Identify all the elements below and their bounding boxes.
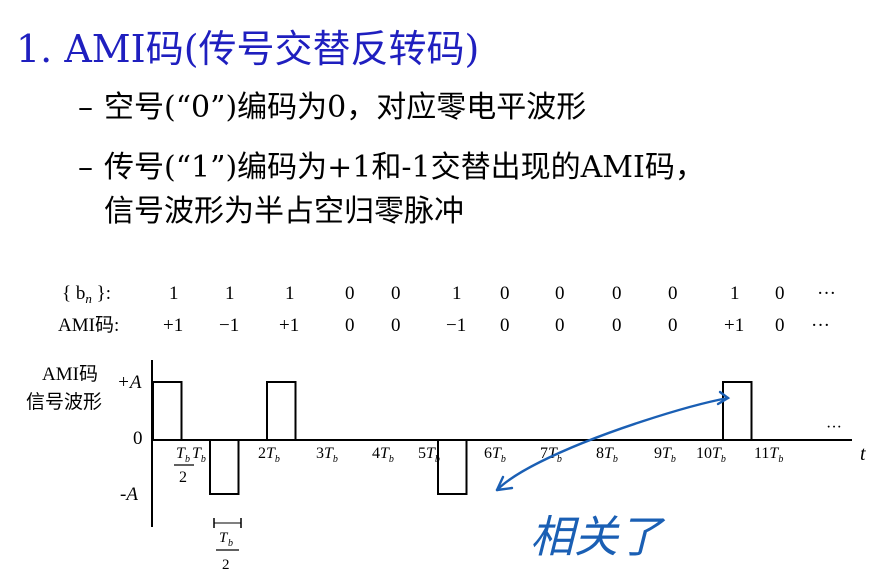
pulse-negative	[209, 440, 240, 495]
half-width-marker: T b 2	[213, 518, 242, 573]
bn-label: { bn }:	[62, 283, 111, 306]
svg-text:3Tb: 3Tb	[316, 445, 338, 465]
x-tick-label: 4Tb	[372, 445, 394, 465]
ami-value: 0	[500, 315, 510, 336]
svg-text:10Tb: 10Tb	[696, 445, 726, 465]
ami-waveform-diagram: { bn }: AMI码: 1 1 1 0 0 1 0 0 0 0 1 0 ··· +1 −1 +1 0 0 −1…	[26, 283, 866, 573]
bit-value: 1	[169, 283, 179, 304]
ami-value: +1	[724, 315, 744, 336]
ami-value: 0	[612, 315, 622, 336]
bit-value: 0	[668, 283, 678, 304]
svg-text:6Tb: 6Tb	[484, 445, 506, 465]
bit-value: 0	[345, 283, 355, 304]
tick-plus-a: +A	[117, 372, 142, 393]
svg-text:5Tb: 5Tb	[418, 445, 440, 465]
tick-zero: 0	[133, 428, 143, 449]
svg-text:11Tb: 11Tb	[754, 445, 783, 465]
x-tick-label: 9Tb	[654, 445, 676, 465]
svg-text:Tb: Tb	[192, 445, 206, 465]
svg-text:8Tb: 8Tb	[596, 445, 618, 465]
axis-t-label: t	[860, 443, 866, 465]
bit-value: ···	[817, 283, 836, 304]
ami-label: AMI码:	[58, 315, 119, 336]
ami-value: 0	[555, 315, 565, 336]
bit-sequence-row: 1 1 1 0 0 1 0 0 0 0 1 0 ···	[169, 283, 836, 304]
bit-value: 1	[225, 283, 235, 304]
x-tick-label: T b 2	[174, 445, 194, 486]
bit-value: 0	[555, 283, 565, 304]
pulse-positive	[152, 381, 183, 440]
svg-text:2Tb: 2Tb	[258, 445, 280, 465]
axis-ellipsis: ···	[826, 419, 842, 436]
pulse-positive	[266, 381, 297, 440]
bit-value: 1	[452, 283, 462, 304]
bit-value: 0	[391, 283, 401, 304]
ami-value: ···	[811, 315, 830, 336]
svg-text:b: b	[228, 538, 233, 549]
ami-value: +1	[163, 315, 183, 336]
pulse-positive	[722, 381, 753, 440]
ami-value: +1	[279, 315, 299, 336]
tick-minus-a: -A	[120, 484, 138, 505]
waveform-pulses	[152, 381, 753, 495]
bit-value: 1	[730, 283, 740, 304]
ami-value: 0	[345, 315, 355, 336]
svg-text:2: 2	[222, 557, 230, 573]
x-tick-label: 10Tb	[696, 445, 726, 465]
x-tick-label: 7Tb	[540, 445, 562, 465]
ami-value: −1	[219, 315, 239, 336]
y-title-line2: 信号波形	[26, 391, 102, 413]
ami-value: −1	[446, 315, 466, 336]
pulse-negative	[437, 440, 468, 495]
ami-value: 0	[775, 315, 785, 336]
x-tick-label: Tb	[192, 445, 206, 465]
handwritten-annotation: 相关了	[495, 390, 731, 562]
annotation-text: 相关了	[530, 513, 666, 562]
bit-value: 0	[500, 283, 510, 304]
svg-text:2: 2	[179, 469, 187, 486]
x-tick-label: 2Tb	[258, 445, 280, 465]
x-tick-label: 3Tb	[316, 445, 338, 465]
x-tick-label: 5Tb	[418, 445, 440, 465]
svg-text:7Tb: 7Tb	[540, 445, 562, 465]
ami-value: 0	[668, 315, 678, 336]
y-title-line1: AMI码	[42, 364, 98, 385]
svg-text:b: b	[185, 454, 190, 465]
bit-value: 1	[285, 283, 295, 304]
svg-text:4Tb: 4Tb	[372, 445, 394, 465]
bit-value: 0	[775, 283, 785, 304]
svg-text:9Tb: 9Tb	[654, 445, 676, 465]
annotation-arrow	[495, 396, 730, 492]
ami-sequence-row: +1 −1 +1 0 0 −1 0 0 0 0 +1 0 ···	[163, 315, 830, 336]
x-tick-label: 11Tb	[754, 445, 783, 465]
ami-value: 0	[391, 315, 401, 336]
x-tick-label: 6Tb	[484, 445, 506, 465]
bit-value: 0	[612, 283, 622, 304]
x-tick-labels: T b 2Tb 2Tb 3Tb 4Tb 5Tb 6Tb 7Tb 8Tb 9Tb 10Tb 11Tb	[174, 445, 783, 486]
x-tick-label: 8Tb	[596, 445, 618, 465]
